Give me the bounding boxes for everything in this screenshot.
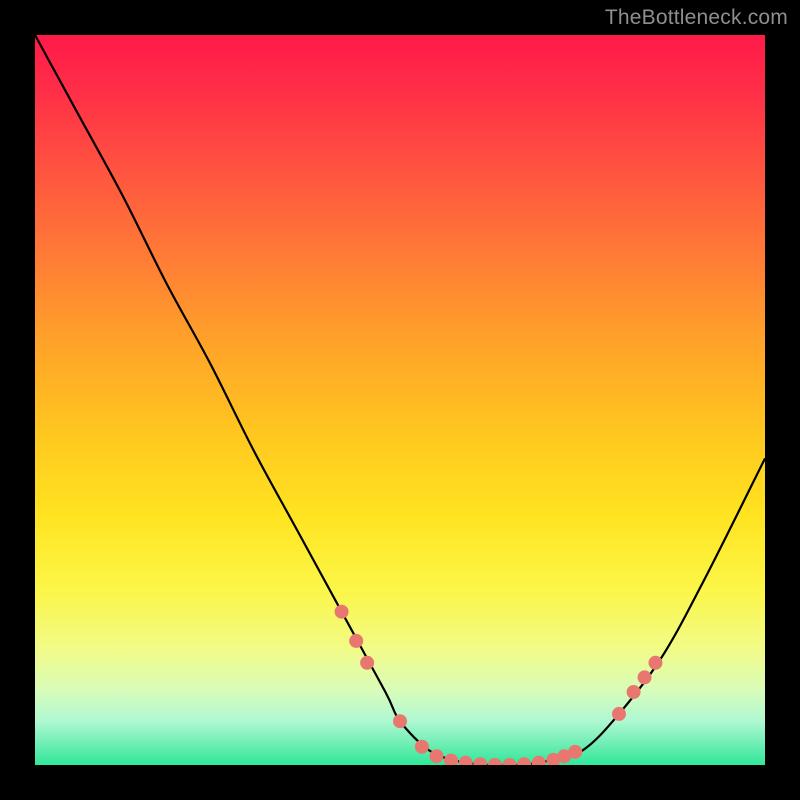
curve-marker xyxy=(474,758,487,765)
watermark-text: TheBottleneck.com xyxy=(605,6,788,30)
curve-marker xyxy=(445,754,458,765)
curve-marker xyxy=(430,750,443,763)
curve-marker xyxy=(613,707,626,720)
curve-marker xyxy=(488,759,501,766)
bottleneck-curve-line xyxy=(35,35,765,765)
curve-marker xyxy=(394,715,407,728)
curve-marker xyxy=(335,605,348,618)
curve-marker xyxy=(627,686,640,699)
curve-marker xyxy=(361,656,374,669)
curve-marker xyxy=(569,745,582,758)
plot-gradient-area xyxy=(35,35,765,765)
curve-marker xyxy=(638,671,651,684)
outer-frame: TheBottleneck.com xyxy=(0,0,800,800)
curve-marker xyxy=(415,740,428,753)
curve-marker xyxy=(459,756,472,765)
chart-svg xyxy=(35,35,765,765)
curve-marker xyxy=(532,756,545,765)
curve-marker xyxy=(518,758,531,765)
curve-marker xyxy=(649,656,662,669)
curve-marker xyxy=(503,759,516,766)
curve-markers xyxy=(335,605,662,765)
curve-marker xyxy=(350,634,363,647)
